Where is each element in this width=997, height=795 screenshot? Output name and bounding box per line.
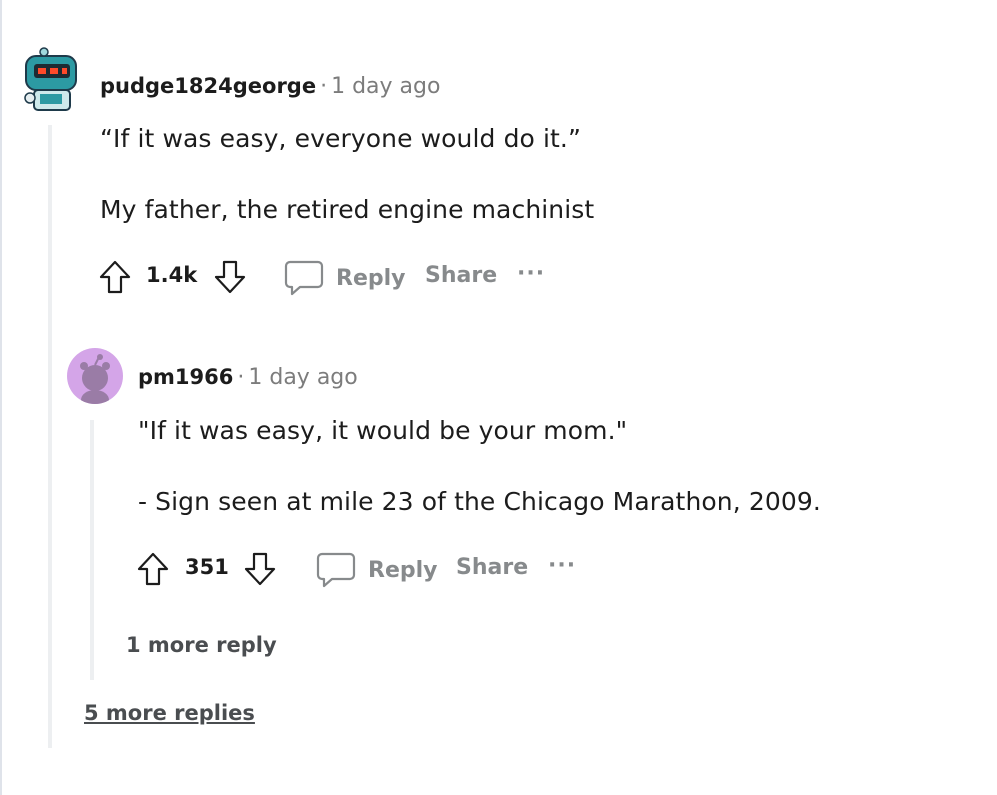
username[interactable]: pudge1824george xyxy=(100,74,316,98)
vote-count-label: 351 xyxy=(185,555,229,579)
reply-label: Reply xyxy=(336,265,406,291)
thread-line-top[interactable] xyxy=(48,125,52,748)
avatar-robot[interactable] xyxy=(20,46,80,114)
downvote-icon xyxy=(243,551,277,587)
more-options-button[interactable]: ··· xyxy=(517,261,545,286)
reply-button[interactable]: Reply xyxy=(284,259,406,297)
downvote-button[interactable] xyxy=(213,259,247,295)
comment-2-meta: pm1966 · 1 day ago xyxy=(138,365,358,390)
page-edge-line xyxy=(0,0,2,795)
vote-count: 351 xyxy=(185,555,229,579)
comment-bubble-icon xyxy=(284,259,324,297)
upvote-icon xyxy=(98,259,132,295)
username[interactable]: pm1966 xyxy=(138,365,233,389)
vote-count-label: 1.4k xyxy=(146,263,198,287)
share-label: Share xyxy=(425,263,498,288)
comment-2-line-1: "If it was easy, it would be your mom." xyxy=(138,416,628,445)
comment-2-actions: 351 Reply Share ··· xyxy=(136,549,596,589)
share-button[interactable]: Share xyxy=(425,263,497,288)
meta-separator: · xyxy=(237,365,245,390)
nested-more-replies-link[interactable]: 1 more reply xyxy=(126,633,277,657)
comment-1-line-2: My father, the retired engine machinist xyxy=(100,195,595,224)
more-options-button[interactable]: ··· xyxy=(548,553,576,578)
upvote-icon xyxy=(136,551,170,587)
comment-1-actions: 1.4k Reply Share ··· xyxy=(98,257,568,297)
thread-line-nested[interactable] xyxy=(90,420,94,680)
vote-count: 1.4k xyxy=(146,263,197,287)
comment-2-line-2: - Sign seen at mile 23 of the Chicago Ma… xyxy=(138,487,821,516)
reply-button[interactable]: Reply xyxy=(316,551,438,589)
upvote-button[interactable] xyxy=(136,551,170,587)
more-options-icon: ··· xyxy=(517,261,546,286)
reply-label: Reply xyxy=(368,557,438,583)
comment-1-line-1: “If it was easy, everyone would do it.” xyxy=(100,124,582,153)
timestamp[interactable]: 1 day ago xyxy=(331,74,440,99)
upvote-button[interactable] xyxy=(98,259,132,295)
share-label: Share xyxy=(456,555,529,580)
more-options-icon: ··· xyxy=(548,553,577,578)
timestamp[interactable]: 1 day ago xyxy=(248,365,357,390)
avatar-snoo[interactable] xyxy=(67,348,123,404)
comment-1-meta: pudge1824george · 1 day ago xyxy=(100,74,440,99)
share-button[interactable]: Share xyxy=(456,555,528,580)
downvote-button[interactable] xyxy=(243,551,277,587)
comment-bubble-icon xyxy=(316,551,356,589)
meta-separator: · xyxy=(320,74,328,99)
top-more-replies-link[interactable]: 5 more replies xyxy=(84,701,255,725)
downvote-icon xyxy=(213,259,247,295)
